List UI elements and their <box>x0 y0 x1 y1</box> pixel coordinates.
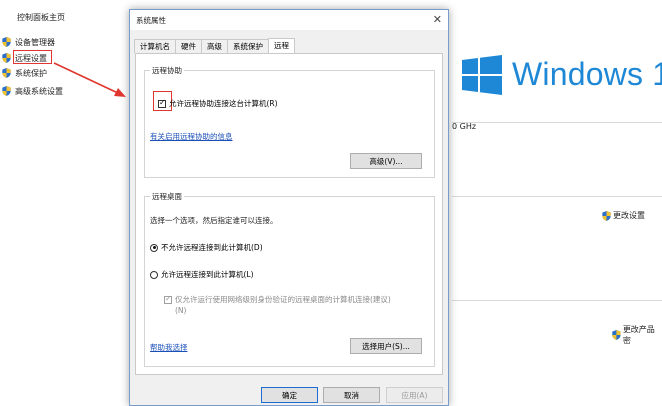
select-users-button[interactable]: 选择用户(S)... <box>350 338 422 354</box>
change-settings-label: 更改设置 <box>613 211 645 220</box>
deny-remote-radio[interactable]: 不允许远程连接到此计算机(D) <box>150 242 263 253</box>
checkbox-label: 仅允许运行使用网络级别身份验证的远程桌面的计算机连接(建议) <box>175 295 391 304</box>
shield-icon <box>2 68 11 78</box>
advanced-button[interactable]: 高级(V)... <box>350 153 422 169</box>
tab-hardware[interactable]: 硬件 <box>175 39 202 53</box>
sidebar-item-device-manager[interactable]: 设备管理器 <box>2 36 55 48</box>
shield-icon <box>602 210 611 221</box>
remote-desktop-group: 远程桌面 选择一个选项，然后指定谁可以连接。 不允许远程连接到此计算机(D) 允… <box>144 191 435 367</box>
nla-accelerator: (N) <box>175 306 187 315</box>
radio-button[interactable] <box>150 270 158 279</box>
change-product-key-link[interactable]: 更改产品密 <box>612 324 662 346</box>
sidebar-item-system-protection[interactable]: 系统保护 <box>2 67 47 79</box>
sidebar-item-label: 设备管理器 <box>15 37 55 47</box>
shield-icon <box>612 330 621 340</box>
windows-logo-icon <box>462 55 502 95</box>
shield-icon <box>2 37 11 47</box>
sidebar-item-label: 系统保护 <box>15 68 47 78</box>
windows-brand-text: Windows 10 <box>512 56 662 92</box>
group-label: 远程桌面 <box>150 191 184 202</box>
checkbox[interactable] <box>158 98 166 108</box>
radio-button[interactable] <box>150 243 158 252</box>
apply-button[interactable]: 应用(A) <box>386 387 443 403</box>
tab-computer-name[interactable]: 计算机名 <box>134 39 176 53</box>
divider <box>452 300 662 301</box>
tab-remote[interactable]: 远程 <box>268 38 295 53</box>
radio-label: 允许远程连接到此计算机(L) <box>161 270 254 279</box>
highlight-box <box>13 50 52 64</box>
group-label: 远程协助 <box>150 65 184 76</box>
tab-bar: 计算机名 硬件 高级 系统保护 远程 <box>134 38 295 53</box>
tab-system-protection[interactable]: 系统保护 <box>227 39 269 53</box>
remote-desktop-instruction: 选择一个选项，然后指定谁可以连接。 <box>150 216 278 225</box>
radio-label: 不允许远程连接到此计算机(D) <box>161 243 263 252</box>
shield-icon <box>2 53 11 63</box>
allow-remote-radio[interactable]: 允许远程连接到此计算机(L) <box>150 269 254 280</box>
divider <box>452 122 662 123</box>
shield-icon <box>2 86 11 96</box>
allow-remote-assistance-checkbox[interactable]: 允许远程协助连接这台计算机(R) <box>158 98 278 109</box>
nla-checkbox[interactable]: 仅允许运行使用网络级别身份验证的远程桌面的计算机连接(建议) <box>164 294 391 305</box>
dialog-title: 系统属性 <box>136 16 166 25</box>
change-settings-link[interactable]: 更改设置 <box>602 210 645 221</box>
sidebar-item-label: 高级系统设置 <box>15 86 63 96</box>
close-icon[interactable]: ✕ <box>433 13 442 26</box>
control-panel-home-link[interactable]: 控制面板主页 <box>17 12 65 23</box>
divider <box>452 196 662 197</box>
cpu-speed-text: 0 GHz <box>452 122 477 131</box>
help-me-choose-link[interactable]: 帮助我选择 <box>150 342 188 353</box>
cancel-button[interactable]: 取消 <box>323 387 380 403</box>
change-product-key-label: 更改产品密 <box>622 325 655 345</box>
tab-advanced[interactable]: 高级 <box>201 39 228 53</box>
checkbox-label: 允许远程协助连接这台计算机(R) <box>169 99 278 108</box>
ok-button[interactable]: 确定 <box>261 387 318 403</box>
dialog-titlebar[interactable]: 系统属性 ✕ <box>130 10 448 30</box>
remote-tab-panel: 远程协助 允许远程协助连接这台计算机(R) 有关启用远程协助的信息 高级(V).… <box>135 53 443 375</box>
checkbox[interactable] <box>164 294 172 304</box>
system-properties-dialog: 系统属性 ✕ 计算机名 硬件 高级 系统保护 远程 远程协助 允许远程协助连接这… <box>129 9 449 406</box>
remote-assistance-group: 远程协助 允许远程协助连接这台计算机(R) 有关启用远程协助的信息 高级(V).… <box>144 65 435 178</box>
sidebar-item-advanced-system-settings[interactable]: 高级系统设置 <box>2 85 63 97</box>
remote-assistance-info-link[interactable]: 有关启用远程协助的信息 <box>150 131 233 142</box>
